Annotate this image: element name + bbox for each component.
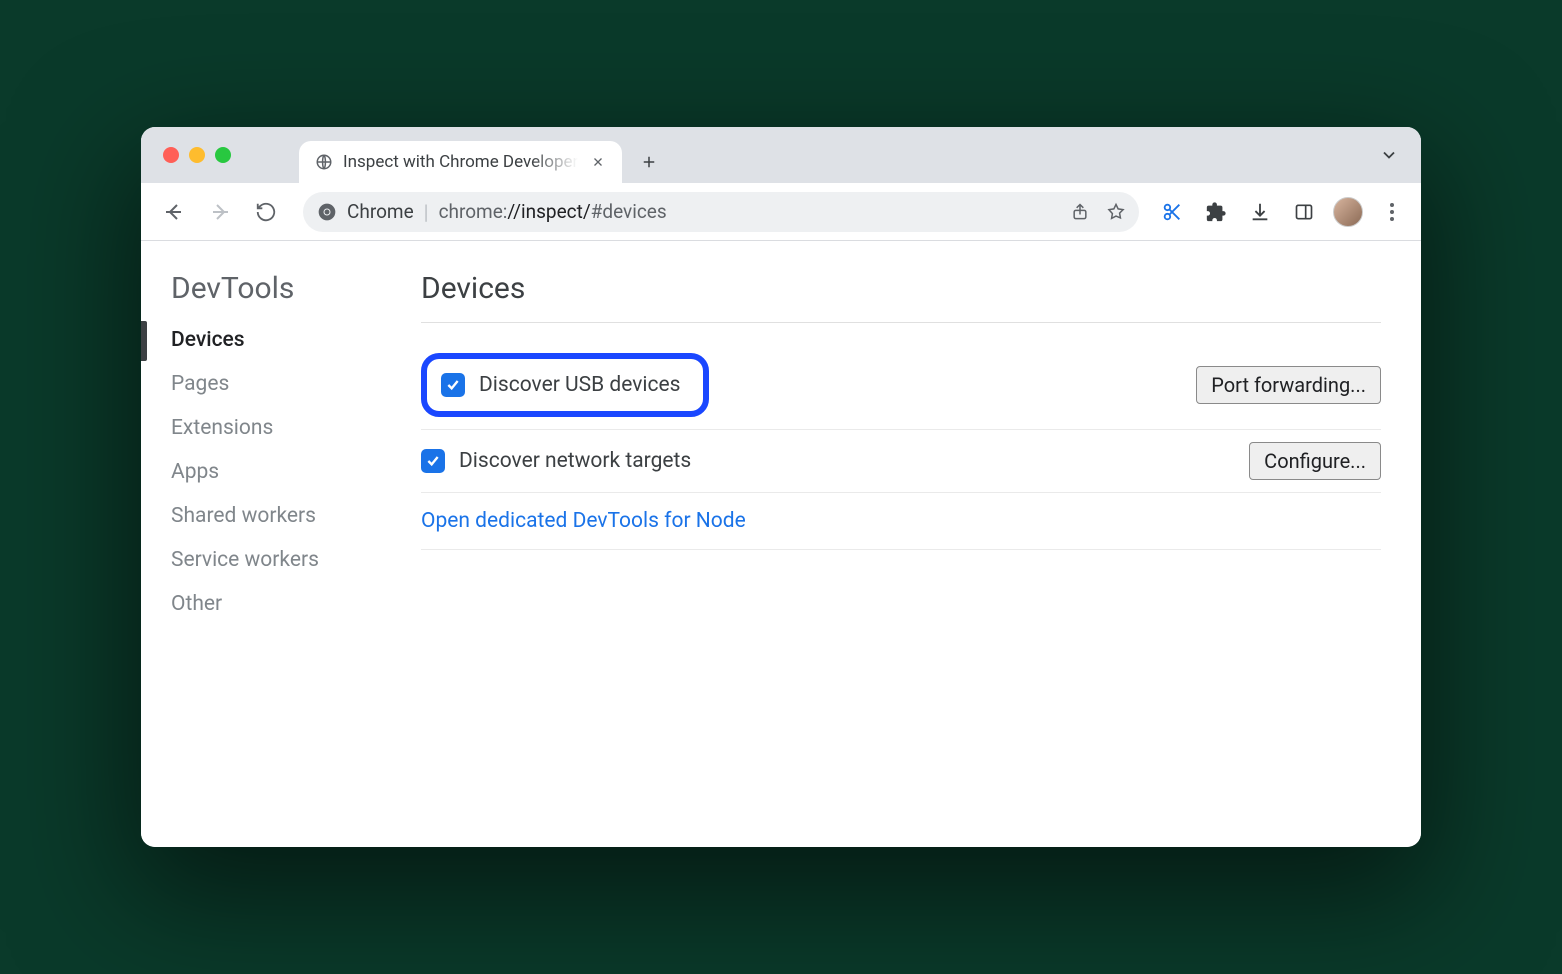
- bookmark-star-icon[interactable]: [1103, 199, 1129, 225]
- sidebar: DevTools Devices Pages Extensions Apps S…: [171, 271, 371, 817]
- download-icon[interactable]: [1245, 197, 1275, 227]
- checkbox-label: Discover USB devices: [479, 373, 681, 397]
- new-tab-button[interactable]: [630, 143, 668, 181]
- sidebar-item-apps[interactable]: Apps: [171, 460, 371, 484]
- divider: [421, 322, 1381, 323]
- sidebar-title: DevTools: [171, 271, 371, 306]
- close-tab-button[interactable]: [588, 152, 608, 172]
- configure-button[interactable]: Configure...: [1249, 442, 1381, 480]
- main-panel: Devices Discover USB devices Port forwar…: [421, 271, 1391, 817]
- globe-icon: [315, 153, 333, 171]
- toolbar: Chrome | chrome://inspect/#devices: [141, 183, 1421, 241]
- chrome-icon: [317, 202, 337, 222]
- menu-button[interactable]: [1377, 197, 1407, 227]
- minimize-window-button[interactable]: [189, 147, 205, 163]
- active-indicator: [141, 321, 147, 361]
- profile-avatar[interactable]: [1333, 197, 1363, 227]
- main-heading: Devices: [421, 271, 1381, 306]
- url-text: chrome://inspect/#devices: [439, 200, 667, 223]
- forward-button[interactable]: [201, 193, 239, 231]
- close-window-button[interactable]: [163, 147, 179, 163]
- browser-window: Inspect with Chrome Developer: [141, 127, 1421, 847]
- address-bar[interactable]: Chrome | chrome://inspect/#devices: [303, 192, 1139, 232]
- browser-tab[interactable]: Inspect with Chrome Developer: [299, 141, 622, 183]
- checkbox-discover-network[interactable]: [421, 449, 445, 473]
- sidebar-item-service-workers[interactable]: Service workers: [171, 548, 371, 572]
- share-icon[interactable]: [1067, 199, 1093, 225]
- sidebar-item-shared-workers[interactable]: Shared workers: [171, 504, 371, 528]
- row-discover-usb: Discover USB devices Port forwarding...: [421, 341, 1381, 430]
- open-node-devtools-link[interactable]: Open dedicated DevTools for Node: [421, 509, 746, 533]
- port-forwarding-button[interactable]: Port forwarding...: [1196, 366, 1381, 404]
- sidebar-item-other[interactable]: Other: [171, 592, 371, 616]
- row-node-link: Open dedicated DevTools for Node: [421, 493, 1381, 550]
- sidepanel-icon[interactable]: [1289, 197, 1319, 227]
- back-button[interactable]: [155, 193, 193, 231]
- sidebar-item-pages[interactable]: Pages: [171, 372, 371, 396]
- reload-button[interactable]: [247, 193, 285, 231]
- tab-overflow-button[interactable]: [1379, 145, 1399, 169]
- checkbox-label: Discover network targets: [459, 449, 691, 473]
- sidebar-item-devices[interactable]: Devices: [171, 328, 371, 352]
- url-divider: |: [424, 200, 429, 224]
- extensions-icon[interactable]: [1201, 197, 1231, 227]
- tab-title: Inspect with Chrome Developer: [343, 152, 578, 172]
- titlebar: Inspect with Chrome Developer: [141, 127, 1421, 183]
- toolbar-actions: [1157, 197, 1407, 227]
- tab-strip: Inspect with Chrome Developer: [299, 127, 668, 183]
- sidebar-item-extensions[interactable]: Extensions: [171, 416, 371, 440]
- window-controls: [163, 147, 231, 163]
- page-content: DevTools Devices Pages Extensions Apps S…: [141, 241, 1421, 847]
- row-discover-network: Discover network targets Configure...: [421, 430, 1381, 493]
- highlight-annotation: Discover USB devices: [421, 353, 709, 417]
- scissors-icon[interactable]: [1157, 197, 1187, 227]
- checkbox-discover-usb[interactable]: [441, 373, 465, 397]
- sidebar-nav: Devices Pages Extensions Apps Shared wor…: [171, 328, 371, 616]
- maximize-window-button[interactable]: [215, 147, 231, 163]
- url-origin-label: Chrome: [347, 200, 414, 223]
